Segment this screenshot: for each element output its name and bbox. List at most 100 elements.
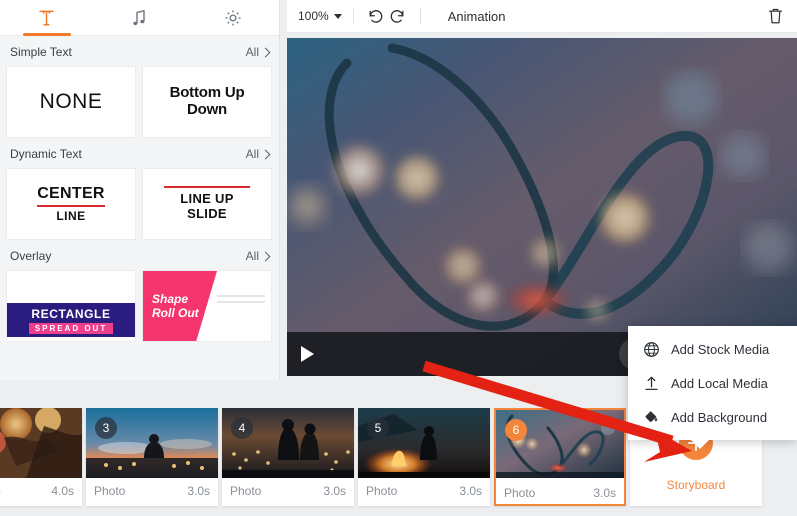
effect-label-line2: SLIDE	[187, 206, 227, 221]
section-header-simple-text: Simple Text All	[0, 36, 279, 66]
section-title: Dynamic Text	[10, 147, 82, 161]
placeholder-lines	[217, 295, 265, 307]
clip-thumbnail	[0, 408, 82, 478]
clip-meta: Photo 3.0s	[496, 480, 624, 506]
timeline-clip-selected[interactable]: 6 Photo 3.0s	[494, 408, 626, 506]
tab-text[interactable]	[0, 0, 93, 36]
all-label: All	[245, 45, 259, 59]
line-1	[217, 295, 265, 297]
pink-wedge-shape: Shape Roll Out	[143, 271, 217, 341]
clip-duration: 3.0s	[323, 484, 346, 498]
section-header-dynamic-text: Dynamic Text All	[0, 138, 279, 168]
zoom-level-value: 100%	[298, 9, 329, 23]
undo-icon	[369, 9, 383, 23]
section-title: Overlay	[10, 249, 52, 263]
effect-label: NONE	[39, 90, 103, 113]
clip-duration: 4.0s	[51, 484, 74, 498]
effect-card-line-up-slide[interactable]: LINE UP SLIDE	[142, 168, 272, 240]
clip-meta: Photo 3.0s	[358, 478, 490, 504]
effect-card-shape-roll-out[interactable]: Shape Roll Out	[142, 270, 272, 342]
clip-meta: Photo 3.0s	[222, 478, 354, 504]
menu-item-label: Add Stock Media	[671, 341, 770, 357]
add-media-dropdown-menu[interactable]: Add Stock Media Add Local Media Add Back…	[628, 326, 797, 449]
play-button[interactable]	[301, 346, 314, 362]
card-row-dynamic-text: CENTER LINE LINE UP SLIDE	[0, 168, 279, 240]
clip-meta: Photo 3.0s	[86, 478, 218, 504]
tab-music[interactable]	[93, 0, 186, 36]
chevron-down-icon	[333, 13, 342, 19]
clip-thumbnail: 6	[496, 410, 624, 480]
clip-number-badge: 6	[505, 419, 527, 441]
effect-card-rectangle-spread-out[interactable]: RECTANGLE SPREAD OUT	[6, 270, 136, 342]
timeline-clip[interactable]: 5 Photo 3.0s	[358, 408, 490, 506]
effect-label-line2: SPREAD OUT	[28, 322, 114, 334]
zoom-level-dropdown[interactable]: 100%	[298, 9, 342, 23]
effect-label-line1: RECTANGLE	[31, 306, 111, 321]
effect-label-wrap: RECTANGLE SPREAD OUT	[7, 303, 135, 337]
effect-label-line1: LINE UP	[180, 191, 234, 207]
clip-number-badge: 4	[231, 417, 253, 439]
clip-type-label: Photo	[504, 486, 536, 500]
clip-type-label: Photo	[94, 484, 126, 498]
all-label: All	[245, 147, 259, 161]
effects-list[interactable]: Simple Text All NONE Bottom Up Down Dyna…	[0, 36, 279, 380]
clip-number-badge: 3	[95, 417, 117, 439]
menu-item-add-stock-media[interactable]: Add Stock Media	[628, 332, 797, 366]
menu-item-label: Add Local Media	[671, 375, 768, 391]
delete-button[interactable]	[764, 5, 786, 27]
editor-toolbar: 100% Animation	[287, 0, 797, 33]
text-T-icon	[39, 10, 54, 26]
paint-bucket-icon	[642, 408, 660, 426]
clip-type-label: o	[0, 484, 1, 498]
redo-icon	[390, 9, 404, 23]
section-title: Simple Text	[10, 45, 72, 59]
effect-label-wrap: LINE UP SLIDE	[164, 186, 250, 222]
card-row-overlay: RECTANGLE SPREAD OUT Shape Roll Out	[0, 270, 279, 342]
all-label: All	[245, 249, 259, 263]
globe-icon	[642, 340, 660, 358]
effect-label-line1: Shape	[152, 291, 189, 306]
section-header-overlay: Overlay All	[0, 240, 279, 270]
section-all-link-dynamic-text[interactable]: All	[245, 147, 271, 161]
effect-label-line1: CENTER	[37, 185, 105, 202]
clip-thumbnail: 4	[222, 408, 354, 478]
section-all-link-simple-text[interactable]: All	[245, 45, 271, 59]
clip-type-label: Photo	[366, 484, 398, 498]
chevron-right-icon	[260, 149, 271, 159]
chevron-right-icon	[260, 47, 271, 57]
toolbar-divider	[419, 8, 421, 24]
menu-item-label: Add Background	[671, 409, 768, 425]
red-overline	[164, 186, 250, 189]
timeline-clip[interactable]: 4 Photo 3.0s	[222, 408, 354, 506]
effect-card-center-line[interactable]: CENTER LINE	[6, 168, 136, 240]
line-2	[217, 301, 265, 303]
clip-meta: o 4.0s	[0, 478, 82, 504]
music-note-icon	[133, 9, 145, 25]
storyboard-label: Storyboard	[666, 478, 726, 492]
effect-card-bottom-up-down[interactable]: Bottom Up Down	[142, 66, 272, 138]
red-underline	[37, 205, 105, 207]
redo-button[interactable]	[387, 5, 409, 27]
timeline-clip[interactable]: 3 Photo 3.0s	[86, 408, 218, 506]
undo-button[interactable]	[365, 5, 387, 27]
effect-label-line2: Down	[186, 101, 227, 118]
chevron-right-icon	[260, 251, 271, 261]
gear-icon	[224, 9, 241, 26]
menu-pointer-tail	[690, 439, 710, 449]
timeline-clip[interactable]: o 4.0s	[0, 408, 82, 506]
animation-label[interactable]: Animation	[448, 9, 506, 24]
panel-tabbar	[0, 0, 279, 36]
effect-card-none[interactable]: NONE	[6, 66, 136, 138]
video-editor-app: Simple Text All NONE Bottom Up Down Dyna…	[0, 0, 797, 511]
clip-type-label: Photo	[230, 484, 262, 498]
menu-item-add-background[interactable]: Add Background	[628, 400, 797, 434]
effect-label-line2: Roll Out	[152, 306, 199, 320]
tab-settings[interactable]	[186, 0, 279, 36]
effect-label-wrap: CENTER LINE	[37, 185, 105, 223]
toolbar-divider	[352, 8, 354, 24]
menu-item-add-local-media[interactable]: Add Local Media	[628, 366, 797, 400]
clip-duration: 3.0s	[187, 484, 210, 498]
clip-duration: 3.0s	[459, 484, 482, 498]
section-all-link-overlay[interactable]: All	[245, 249, 271, 263]
clip-number-badge: 5	[367, 417, 389, 439]
